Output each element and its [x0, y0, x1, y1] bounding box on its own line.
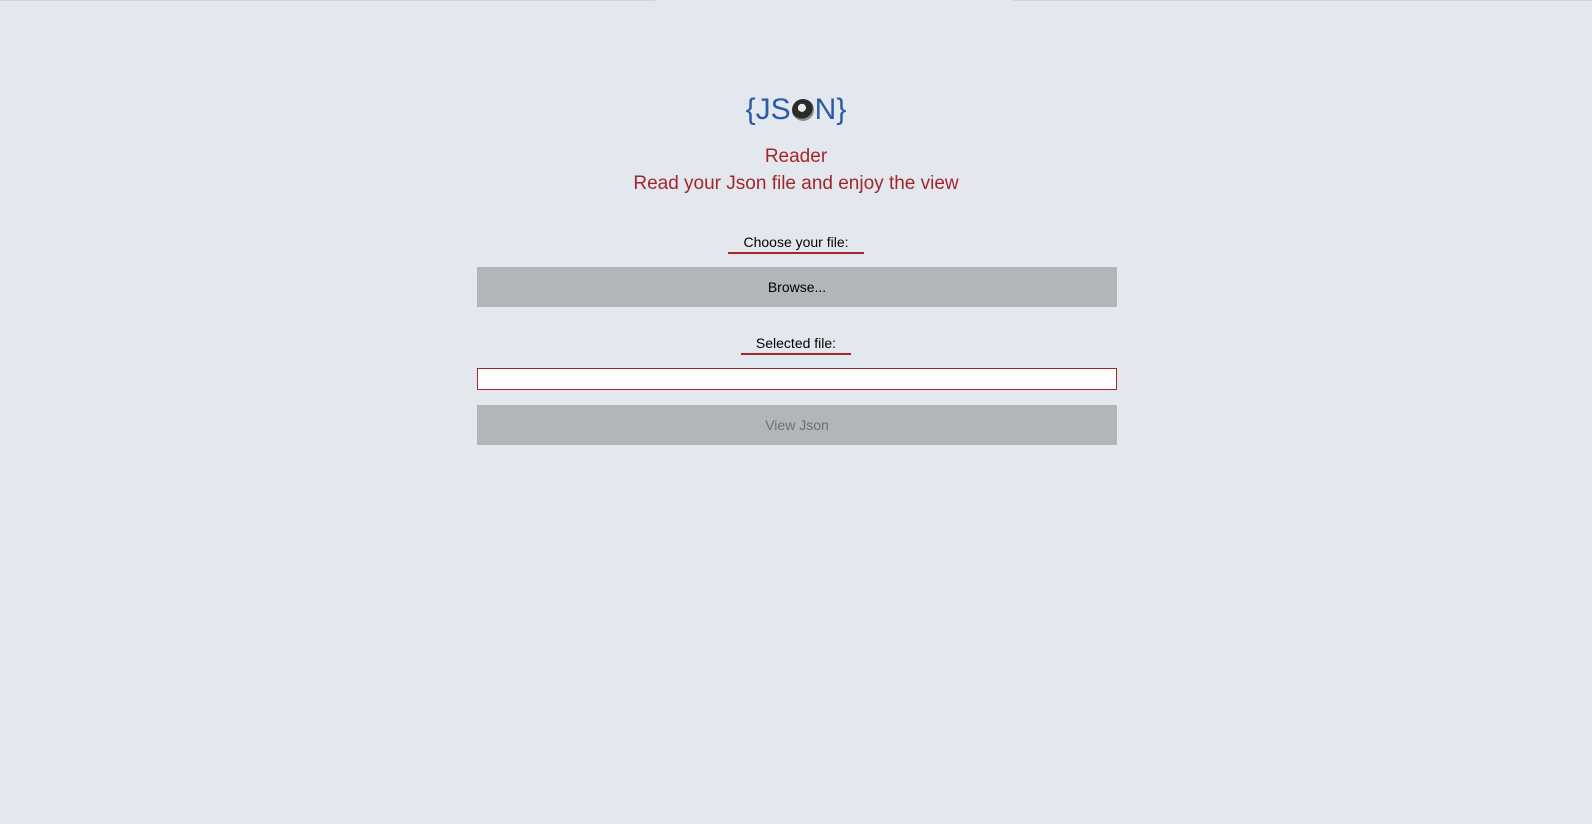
app-subtitle: Read your Json file and enjoy the view [633, 173, 959, 194]
selected-file-label-text: Selected file: [740, 334, 852, 355]
choose-file-label-text: Choose your file: [728, 233, 864, 254]
logo-text-left: {JS [745, 93, 791, 126]
json-logo: {JS N} [0, 88, 1592, 132]
top-border-left [0, 0, 655, 1]
choose-file-label: Choose your file: [0, 233, 1592, 254]
view-json-button[interactable]: View Json [477, 405, 1117, 445]
logo-text-right: N} [814, 93, 847, 126]
logo-o-ring-icon [791, 99, 814, 121]
top-border-right [1013, 0, 1592, 1]
selected-file-field[interactable] [477, 368, 1117, 390]
selected-file-label: Selected file: [0, 334, 1592, 355]
app-title: Reader [764, 146, 828, 167]
browse-button[interactable]: Browse... [477, 267, 1117, 307]
